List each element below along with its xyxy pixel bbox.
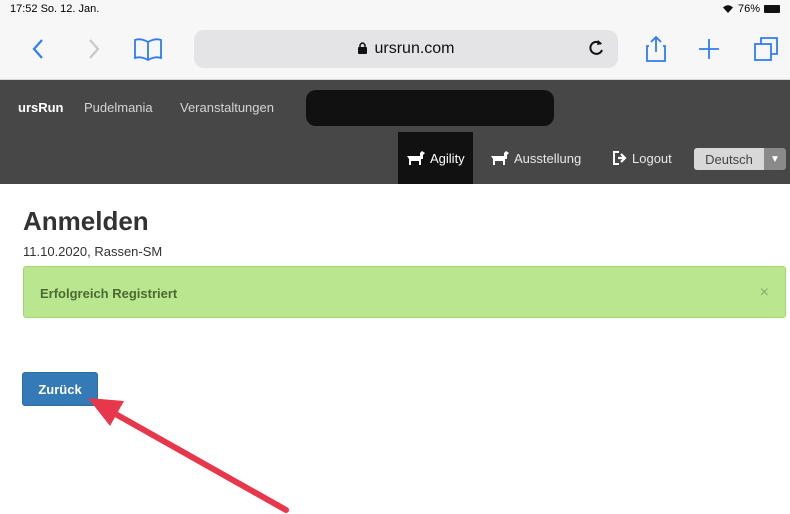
annotation-arrow	[88, 398, 289, 513]
